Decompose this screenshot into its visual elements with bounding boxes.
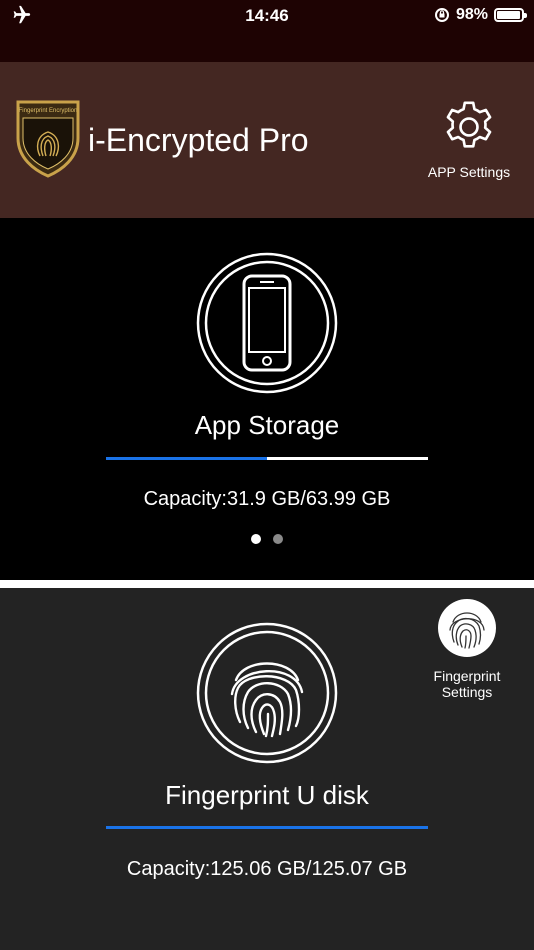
status-bar: 14:46 98% — [0, 0, 534, 62]
fingerprint-udisk-title: Fingerprint U disk — [165, 780, 369, 810]
page-dot-2[interactable] — [273, 534, 283, 544]
page-indicator[interactable] — [0, 534, 534, 544]
fingerprint-settings-label-line2: Settings — [441, 684, 493, 700]
fingerprint-udisk-usage-bar — [106, 826, 428, 829]
app-storage-usage-bar — [106, 457, 428, 460]
app-settings-button[interactable]: APP Settings — [420, 98, 518, 188]
app-storage-capacity: Capacity:31.9 GB/63.99 GB — [143, 488, 391, 510]
fingerprint-settings-icon — [438, 599, 496, 657]
status-right-group: 98% — [434, 6, 527, 24]
app-settings-label: APP Settings — [427, 164, 511, 180]
gear-icon — [446, 101, 492, 148]
app-storage-usage-fill — [106, 457, 267, 460]
fingerprint-settings-label-line1: Fingerprint — [433, 668, 501, 684]
smartphone-icon — [196, 252, 338, 394]
fingerprint-settings-label: Fingerprint Settings — [420, 668, 514, 700]
app-title: i-Encrypted Pro — [88, 122, 309, 158]
fingerprint-udisk-capacity: Capacity:125.06 GB/125.07 GB — [126, 858, 408, 880]
battery-percent: 98% — [455, 6, 488, 23]
app-logo: Fingerprint Encryption — [16, 100, 80, 178]
rotation-lock-icon — [434, 8, 449, 22]
logo-text: Fingerprint Encryption — [19, 108, 78, 114]
app-header: Fingerprint Encryption i-Encrypted Pro A… — [0, 62, 534, 218]
fingerprint-settings-button[interactable]: Fingerprint Settings — [420, 598, 514, 700]
fingerprint-udisk-usage-fill — [106, 826, 428, 829]
section-divider — [0, 580, 534, 588]
battery-icon — [494, 8, 527, 22]
battery-fill — [497, 11, 521, 19]
app-storage-card[interactable]: App Storage Capacity:31.9 GB/63.99 GB — [0, 218, 534, 580]
fingerprint-udisk-card[interactable]: Fingerprint U disk Capacity:125.06 GB/12… — [0, 588, 534, 950]
page-dot-1[interactable] — [251, 534, 261, 544]
app-storage-title: App Storage — [194, 410, 340, 440]
fingerprint-icon — [196, 622, 338, 764]
